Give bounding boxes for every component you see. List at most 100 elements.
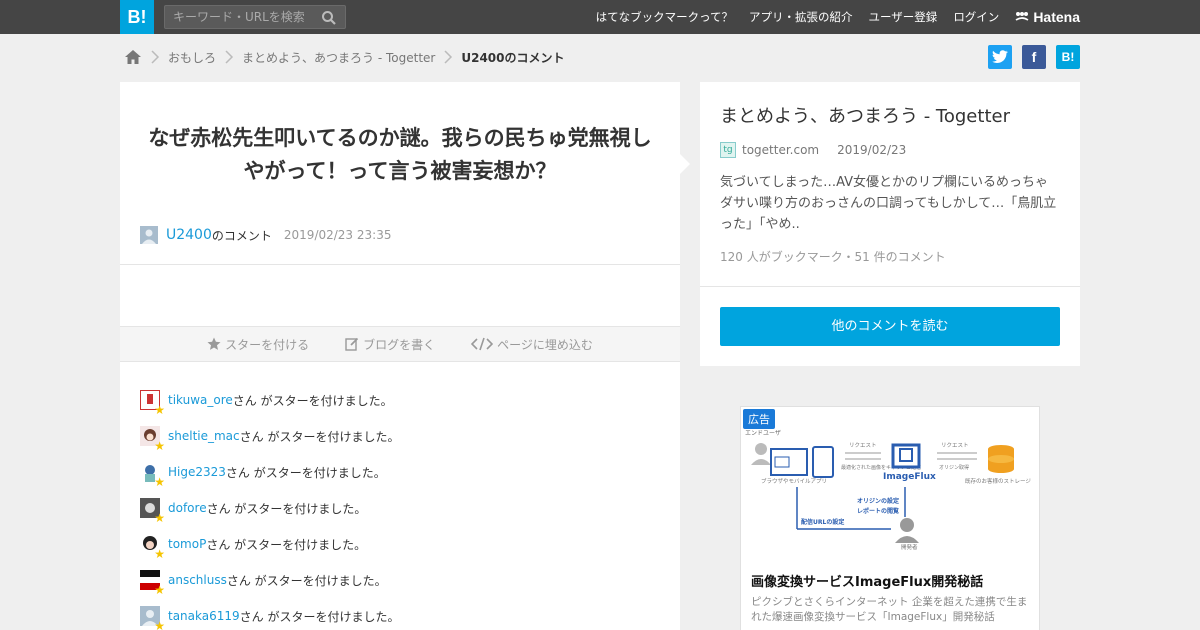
nav-login[interactable]: ログイン — [953, 9, 999, 25]
search-box[interactable] — [164, 5, 346, 29]
comment-actions: スターを付ける ブログを書く ページに埋め込む — [120, 326, 680, 362]
ad-diagram-origin-fetch: オリジン取得 — [939, 464, 969, 471]
star-suffix: さん がスターを付けました。 — [206, 501, 367, 516]
add-star-label: スターを付ける — [225, 337, 310, 352]
entry-summary: 気づいてしまった…AV女優とかのリプ欄にいるめっちゃダサい喋り方のおっさんの口調… — [720, 175, 1057, 232]
ad-description[interactable]: ピクシブとさくらインターネット 企業を超えた連携で生まれた爆速画像変換サービス「… — [751, 595, 1031, 625]
hatena-brand[interactable]: Hatena — [1015, 9, 1080, 25]
star-badge-icon: ★ — [154, 475, 165, 489]
star-suffix: さん がスターを付けました。 — [239, 429, 400, 444]
ad-diagram-enduser: エンドユーザ — [745, 430, 781, 437]
star-suffix: さん がスターを付けました。 — [232, 393, 393, 408]
ad-diagram-storage: 既存のお客様のストレージ — [965, 477, 1031, 485]
add-star-button[interactable]: スターを付ける — [207, 336, 309, 353]
list-item: ★ sheltie_mac さん がスターを付けました。 — [140, 418, 399, 454]
global-nav: はてなブックマークって？ アプリ・拡張の紹介 ユーザー登録 ログイン Haten… — [596, 0, 1080, 34]
divider — [120, 264, 680, 265]
entry-date: 2019/02/23 — [837, 143, 907, 157]
star-username[interactable]: tanaka6119 — [168, 609, 240, 623]
avatar[interactable]: ★ — [140, 534, 165, 560]
star-badge-icon: ★ — [154, 547, 165, 561]
entry-domain[interactable]: togetter.com — [742, 143, 819, 157]
chevron-right-icon — [444, 50, 453, 64]
avatar[interactable]: ★ — [140, 426, 165, 452]
ad-diagram-developer: 開発者 — [901, 543, 918, 551]
avatar[interactable]: ★ — [140, 498, 165, 524]
breadcrumb-current: U2400のコメント — [461, 50, 565, 65]
share-buttons: f B! — [988, 45, 1080, 69]
hatena-brand-label: Hatena — [1033, 9, 1080, 25]
ad-card[interactable]: エンドユーザ ブラウザやモバイルアプリ リクエスト 最適化された画像をキャッシュ… — [740, 406, 1040, 630]
twitter-share-button[interactable] — [988, 45, 1012, 69]
star-username[interactable]: anschluss — [168, 573, 227, 587]
nav-register[interactable]: ユーザー登録 — [869, 9, 938, 25]
divider — [700, 286, 1080, 287]
list-item: ★ Hige2323 さん がスターを付けました。 — [140, 454, 399, 490]
ad-title[interactable]: 画像変換サービスImageFlux開発秘話 — [751, 571, 983, 590]
hatena-bookmark-logo[interactable]: B! — [120, 0, 154, 34]
search-input[interactable] — [165, 6, 315, 28]
ad-diagram-request2: リクエスト — [941, 442, 969, 449]
avatar[interactable]: ★ — [139, 389, 165, 416]
list-item: ★ tanaka6119 さん がスターを付けました。 — [140, 598, 399, 630]
comment-suffix: のコメント — [211, 228, 272, 243]
comment-card: なぜ赤松先生叩いてるのか謎。我らの民ちゅ党無視しやがって！って言う被害妄想か？ … — [120, 82, 690, 630]
ad-diagram-product: ImageFlux — [883, 472, 936, 482]
entry-stats[interactable]: 120 人がブックマーク・51 件のコメント — [720, 248, 946, 265]
star-list: ★ tikuwa_ore さん がスターを付けました。 ★ sheltie_ma… — [139, 382, 399, 630]
star-suffix: さん がスターを付けました。 — [226, 573, 387, 588]
breadcrumb-entry[interactable]: まとめよう、あつまろう - Togetter — [242, 49, 435, 66]
nav-about[interactable]: はてなブックマークって？ — [596, 9, 733, 25]
read-comments-button[interactable]: 他のコメントを読む — [720, 307, 1060, 346]
embed-button[interactable]: ページに埋め込む — [471, 336, 593, 353]
star-badge-icon: ★ — [154, 583, 165, 597]
top-bar: B! はてなブックマークって？ アプリ・拡張の紹介 ユーザー登録 ログイン Ha… — [0, 0, 1200, 34]
ad-diagram-url-setting: 配信URLの設定 — [801, 518, 844, 526]
star-badge-icon: ★ — [154, 619, 165, 630]
comment-username[interactable]: U2400 — [166, 227, 212, 243]
ad-badge: 広告 — [743, 409, 775, 429]
star-suffix: さん がスターを付けました。 — [225, 465, 386, 480]
comment-author: U2400 のコメント 2019/02/23 23:35 — [140, 226, 391, 244]
star-username[interactable]: sheltie_mac — [168, 429, 240, 443]
star-username[interactable]: Hige2323 — [168, 465, 226, 479]
chevron-right-icon — [151, 50, 160, 64]
star-suffix: さん がスターを付けました。 — [239, 609, 400, 624]
facebook-share-button[interactable]: f — [1022, 45, 1046, 69]
list-item: ★ tikuwa_ore さん がスターを付けました。 — [139, 382, 399, 418]
ad-diagram-image[interactable]: エンドユーザ ブラウザやモバイルアプリ リクエスト 最適化された画像をキャッシュ… — [741, 407, 1039, 567]
entry-card: まとめよう、あつまろう - Togetter tg togetter.com 2… — [700, 82, 1080, 366]
site-favicon-icon: tg — [720, 142, 736, 158]
breadcrumb-category[interactable]: おもしろ — [168, 49, 216, 66]
comment-body: なぜ赤松先生叩いてるのか謎。我らの民ちゅ党無視しやがって！って言う被害妄想か？ — [148, 126, 652, 183]
ad-diagram-origin-setting: オリジンの設定 — [857, 497, 899, 505]
hatena-logo-icon — [1015, 12, 1029, 21]
list-item: ★ dofore さん がスターを付けました。 — [140, 490, 399, 526]
star-icon — [207, 337, 221, 350]
star-username[interactable]: tikuwa_ore — [168, 393, 233, 407]
hatena-share-button[interactable]: B! — [1056, 45, 1080, 69]
edit-icon — [345, 337, 359, 351]
star-username[interactable]: dofore — [168, 501, 207, 515]
star-suffix: さん がスターを付けました。 — [206, 537, 367, 552]
write-blog-button[interactable]: ブログを書く — [345, 336, 435, 353]
avatar[interactable]: ★ — [140, 606, 165, 630]
chevron-right-icon — [225, 50, 234, 64]
ad-diagram-browser: ブラウザやモバイルアプリ — [761, 477, 827, 485]
avatar[interactable]: ★ — [140, 570, 165, 596]
embed-label: ページに埋め込む — [497, 337, 593, 352]
home-icon[interactable] — [124, 49, 142, 65]
user-silhouette-icon — [140, 226, 158, 244]
twitter-bird-icon — [992, 50, 1008, 63]
write-blog-label: ブログを書く — [363, 337, 436, 352]
comment-timestamp[interactable]: 2019/02/23 23:35 — [284, 228, 392, 242]
ad-diagram-report: レポートの閲覧 — [857, 507, 899, 515]
entry-title[interactable]: まとめよう、あつまろう - Togetter — [720, 102, 1010, 128]
avatar[interactable]: ★ — [140, 462, 165, 488]
nav-apps[interactable]: アプリ・拡張の紹介 — [749, 9, 853, 25]
star-username[interactable]: tomoP — [168, 537, 206, 551]
avatar[interactable] — [140, 226, 158, 244]
star-badge-icon: ★ — [154, 511, 165, 525]
search-icon[interactable] — [321, 10, 337, 26]
breadcrumb: おもしろ まとめよう、あつまろう - Togetter U2400のコメント — [124, 46, 565, 68]
